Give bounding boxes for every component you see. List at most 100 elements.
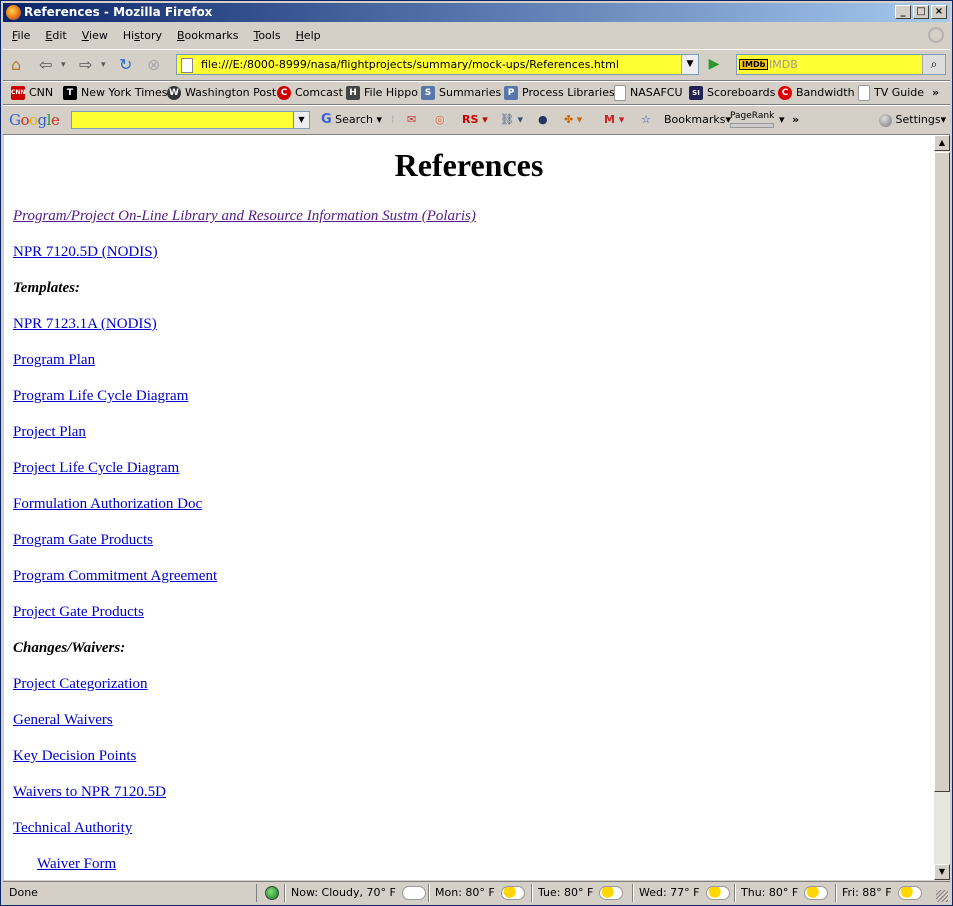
weather-wed[interactable]: Wed: 77° F [632,884,730,902]
list-item: Program Life Cycle Diagram [13,387,188,405]
cnn-icon: CNN [11,86,25,100]
list-item: NPR 7120.5D (NODIS) [13,243,158,261]
popup-blocker-icon[interactable]: ✉ [407,113,416,127]
list-item: Program/Project On-Line Library and Reso… [13,207,476,225]
imdb-engine-icon[interactable]: IMDb [739,57,769,72]
pagerank-indicator[interactable]: PageRank [730,109,774,128]
chevron-down-icon[interactable]: ▼ [293,112,309,128]
bookmark-tv-guide[interactable]: TV Guide [858,85,924,101]
list-item: Program Commitment Agreement [13,567,217,585]
bookmark-process-libraries[interactable]: P Process Libraries [504,85,615,101]
spellcheck-icon[interactable]: ◎ [435,113,445,127]
gmail-icon[interactable]: M ▾ [604,113,624,127]
home-icon[interactable]: ⌂ [11,54,21,76]
reference-link[interactable]: NPR 7120.5D (NODIS) [13,244,158,260]
rs-icon[interactable]: RS ▾ [462,113,488,127]
back-button[interactable]: ⇦ [39,54,52,76]
weather-now[interactable]: Now: Cloudy, 70° F [284,884,426,902]
url-text: file:///E:/8000-8999/nasa/flightprojects… [201,58,619,71]
google-logo[interactable]: Google [9,111,60,129]
globe-icon[interactable]: ● [538,113,548,127]
link-icon[interactable]: ⛓ ▾ [500,113,523,127]
puzzle-icon[interactable]: ✤ ▾ [564,113,582,127]
window-title: References - Mozilla Firefox [24,5,213,19]
weather-mon[interactable]: Mon: 80° F [428,884,525,902]
reference-link[interactable]: Formulation Authorization Doc [13,496,202,512]
forward-button[interactable]: ⇨ [79,54,92,76]
status-text: Done [9,886,38,899]
weather-tue[interactable]: Tue: 80° F [531,884,624,902]
bookmark-scoreboards[interactable]: SI Scoreboards [689,85,775,101]
navigation-toolbar: ⌂ ⇦ ▾ ⇨ ▾ ↻ ⊗ file:///E:/8000-8999/nasa/… [3,49,950,81]
title-bar: References - Mozilla Firefox _ □ × [3,3,950,22]
weather-thu[interactable]: Thu: 80° F [734,884,829,902]
bookmarks-toolbar: CNN CNN T New York Times W Washington Post … [3,81,950,105]
reference-link[interactable]: Program Gate Products [13,532,153,548]
reference-link[interactable]: Waivers to NPR 7120.5D [13,784,166,800]
scroll-up-icon[interactable]: ▲ [934,135,950,151]
filehippo-icon: H [346,86,360,100]
vertical-scrollbar[interactable]: ▲ ▼ [934,135,950,880]
settings-button[interactable]: Settings▾ [879,113,946,127]
url-dropdown-icon[interactable]: ▼ [681,55,698,74]
go-button[interactable]: ▶ [703,54,725,75]
reference-link[interactable]: Program Commitment Agreement [13,568,217,584]
bookmark-nasafcu[interactable]: NASAFCU [614,85,683,101]
google-search-button[interactable]: G Search ▾ [321,113,382,127]
reference-link[interactable]: Project Life Cycle Diagram [13,460,179,476]
status-bar: Done Now: Cloudy, 70° F Mon: 80° F Tue: … [3,881,950,904]
reference-link[interactable]: Program/Project On-Line Library and Reso… [13,208,476,224]
reference-link[interactable]: Waiver Form [37,856,116,872]
weather-fri[interactable]: Fri: 88° F [835,884,922,902]
menu-edit[interactable]: Edit [38,27,74,45]
bookmark-summaries[interactable]: S Summaries [421,85,501,101]
reference-link[interactable]: General Waivers [13,712,113,728]
url-bar[interactable]: file:///E:/8000-8999/nasa/flightprojects… [176,54,699,75]
star-icon[interactable]: ☆ [641,113,651,127]
reference-link[interactable]: Key Decision Points [13,748,136,764]
search-icon[interactable]: ⌕ [922,55,945,74]
partly-sunny-icon [500,886,525,900]
menu-bookmarks[interactable]: Bookmarks [170,27,246,45]
google-search-input[interactable]: ▼ [71,111,310,129]
search-bar[interactable]: IMDb IMDB ⌕ [736,54,946,75]
nyt-icon: T [63,86,77,100]
bookmark-cnn[interactable]: CNN CNN [11,85,53,101]
blank-page-icon [614,85,626,101]
bookmark-new-york-times[interactable]: T New York Times [63,85,168,101]
reference-link[interactable]: Project Gate Products [13,604,144,620]
back-dropdown-icon[interactable]: ▾ [61,54,66,76]
reload-button[interactable]: ↻ [119,54,132,76]
chevron-down-icon[interactable]: ▾ [779,113,785,127]
bookmark-washington-post[interactable]: W Washington Post [167,85,276,101]
globe-icon[interactable] [265,886,279,900]
reference-link[interactable]: NPR 7123.1A (NODIS) [13,316,157,332]
menu-file[interactable]: File [5,27,38,45]
resize-grip-icon[interactable] [936,890,948,902]
reference-link[interactable]: Project Plan [13,424,86,440]
scrollbar-thumb[interactable] [934,152,950,792]
bookmarks-menu-button[interactable]: Bookmarks▾ [664,113,731,127]
maximize-button[interactable]: □ [913,5,929,19]
menu-help[interactable]: Help [289,27,329,45]
list-item: Waiver Form [37,855,116,873]
forward-dropdown-icon[interactable]: ▾ [101,54,106,76]
menu-tools[interactable]: Tools [246,27,288,45]
chevron-more-icon[interactable]: » [792,113,799,127]
reference-link[interactable]: Program Life Cycle Diagram [13,388,188,404]
reference-link[interactable]: Project Categorization [13,676,148,692]
list-item: NPR 7123.1A (NODIS) [13,315,157,333]
scroll-down-icon[interactable]: ▼ [934,864,950,880]
bookmark-comcast[interactable]: C Comcast [277,85,343,101]
partly-sunny-icon [804,886,829,900]
close-button[interactable]: × [931,5,947,19]
bookmark-file-hippo[interactable]: H File Hippo [346,85,418,101]
reference-link[interactable]: Program Plan [13,352,95,368]
menu-view[interactable]: View [75,27,116,45]
menu-history[interactable]: History [116,27,170,45]
stop-button[interactable]: ⊗ [147,54,160,76]
chevron-more-icon[interactable]: » [932,85,939,101]
reference-link[interactable]: Technical Authority [13,820,132,836]
minimize-button[interactable]: _ [895,5,911,19]
bookmark-bandwidth[interactable]: C Bandwidth [778,85,855,101]
